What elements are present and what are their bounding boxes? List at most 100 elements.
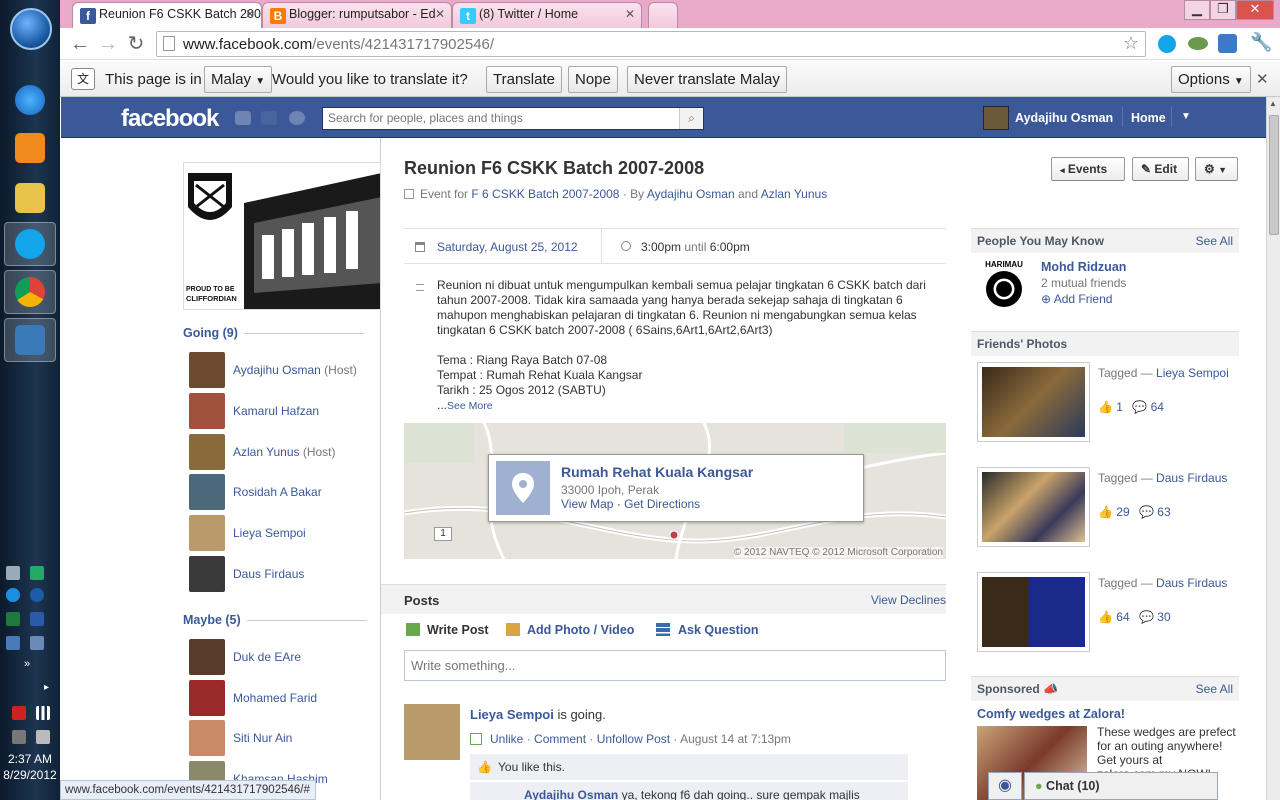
guest-name[interactable]: Aydajihu Osman (Host)	[233, 363, 357, 377]
notifications-globe-icon[interactable]	[289, 111, 305, 125]
pymk-name-link[interactable]: Mohd Ridzuan	[1041, 260, 1126, 274]
get-directions-link[interactable]: Get Directions	[624, 497, 700, 511]
media-player-taskbar-button[interactable]	[4, 126, 56, 170]
close-window-icon[interactable]: ✕	[1236, 0, 1274, 20]
translate-button[interactable]: Translate	[486, 66, 562, 93]
add-friend-label[interactable]: Add Friend	[1054, 292, 1113, 306]
avatar[interactable]	[189, 556, 225, 592]
ask-question-tab[interactable]: Ask Question	[678, 623, 759, 637]
view-declines-link[interactable]: View Declines	[871, 593, 946, 607]
like-count[interactable]: 64	[1116, 610, 1129, 624]
tray-volume-muted-icon[interactable]	[36, 730, 50, 744]
guest-item[interactable]: Siti Nur Ain	[189, 720, 379, 756]
guest-name[interactable]: Lieya Sempoi	[233, 526, 306, 540]
comment-author-link[interactable]: Aydajihu Osman	[524, 788, 618, 800]
bookmark-star-icon[interactable]: ☆	[1123, 33, 1139, 54]
reload-icon[interactable]: ↻	[124, 32, 148, 56]
tray-display-icon[interactable]	[6, 636, 20, 650]
back-arrow-icon[interactable]: ←	[68, 32, 92, 56]
avatar[interactable]	[189, 720, 225, 756]
event-date-link[interactable]: Saturday, August 25, 2012	[437, 240, 578, 254]
home-link[interactable]: Home	[1131, 97, 1166, 137]
guest-item[interactable]: Azlan Yunus (Host)	[189, 434, 379, 470]
going-section-header[interactable]: Going (9)	[183, 326, 364, 340]
tagged-person-link[interactable]: Lieya Sempoi	[1156, 366, 1229, 380]
close-tab-icon[interactable]: ✕	[435, 7, 445, 21]
eye-extension-icon[interactable]	[1188, 37, 1208, 50]
write-post-tab[interactable]: Write Post	[427, 623, 489, 637]
address-bar[interactable]: www.facebook.com/events/421431717902546/…	[156, 31, 1146, 57]
guest-item[interactable]: Daus Firdaus	[189, 556, 379, 592]
tray-ie-icon[interactable]	[6, 588, 20, 602]
guest-item[interactable]: Lieya Sempoi	[189, 515, 379, 551]
add-friend-button[interactable]: ⊕ Add Friend	[1041, 292, 1112, 306]
options-button[interactable]: Options ▼	[1171, 66, 1251, 93]
tab-twitter[interactable]: t (8) Twitter / Home ✕	[452, 2, 642, 28]
guest-name[interactable]: Kamarul Hafzan	[233, 404, 319, 418]
internet-explorer-taskbar-button[interactable]	[4, 78, 56, 122]
tray-word-icon[interactable]	[30, 612, 44, 626]
see-all-link[interactable]: See All	[1196, 682, 1233, 696]
pymk-avatar[interactable]: HARIMAU	[977, 260, 1031, 314]
post-composer-input[interactable]: Write something...	[404, 650, 946, 681]
avatar[interactable]	[189, 639, 225, 675]
avatar[interactable]	[189, 474, 225, 510]
friend-photo[interactable]	[977, 467, 1090, 547]
window-taskbar-button[interactable]	[4, 318, 56, 362]
host-link[interactable]: Azlan Yunus	[761, 187, 828, 201]
like-count[interactable]: 1	[1116, 400, 1123, 414]
guest-item[interactable]: Rosidah A Bakar	[189, 474, 379, 510]
story-timestamp[interactable]: August 14 at 7:13pm	[680, 732, 791, 746]
tray-messenger-icon[interactable]	[30, 588, 44, 602]
friend-photo[interactable]	[977, 572, 1090, 652]
messages-icon[interactable]	[261, 111, 277, 125]
comment-link[interactable]: Comment	[534, 732, 586, 746]
taskbar-clock-date[interactable]: 8/29/2012	[0, 768, 60, 782]
friend-requests-icon[interactable]	[235, 111, 251, 125]
pymk-mutual-friends[interactable]: 2 mutual friends	[1041, 276, 1126, 290]
tray-network-icon[interactable]	[30, 566, 44, 580]
comment-count[interactable]: 63	[1157, 505, 1170, 519]
close-infobar-icon[interactable]: ✕	[1256, 70, 1269, 88]
chrome-taskbar-button[interactable]	[4, 270, 56, 314]
chat-sidebar-tab[interactable]: ● Chat (10)	[1024, 772, 1218, 800]
tab-facebook-event[interactable]: f Reunion F6 CSKK Batch 200 ✕	[72, 2, 262, 29]
view-map-link[interactable]: View Map	[561, 497, 613, 511]
tray-calc-icon[interactable]	[6, 566, 20, 580]
skype-extension-icon[interactable]	[1158, 35, 1176, 53]
guest-name[interactable]: Mohamed Farid	[233, 691, 317, 705]
tray-monitor-icon[interactable]	[30, 636, 44, 650]
guest-item[interactable]: Mohamed Farid	[189, 680, 379, 716]
tab-blogger[interactable]: B Blogger: rumputsabor - Ed ✕	[262, 2, 452, 28]
guest-name[interactable]: Daus Firdaus	[233, 567, 304, 581]
nope-button[interactable]: Nope	[568, 66, 618, 93]
host-link[interactable]: Aydajihu Osman	[647, 187, 735, 201]
tray-power-icon[interactable]	[12, 730, 26, 744]
guest-item[interactable]: Kamarul Hafzan	[189, 393, 379, 429]
scroll-up-icon[interactable]: ▲	[1269, 99, 1277, 108]
close-tab-icon[interactable]: ✕	[245, 7, 255, 21]
unfollow-post-link[interactable]: Unfollow Post	[597, 732, 670, 746]
tray-alert-icon[interactable]	[12, 706, 26, 720]
new-tab-button[interactable]	[648, 2, 678, 28]
chat-globe-icon[interactable]: ◉	[988, 772, 1022, 800]
tray-arrow-icon[interactable]: ▸	[44, 682, 49, 693]
scrollbar-thumb[interactable]	[1269, 115, 1279, 235]
guest-item[interactable]: Aydajihu Osman (Host)	[189, 352, 379, 388]
facebook-search-input[interactable]: Search for people, places and things ⌕	[322, 107, 704, 130]
friend-photo[interactable]	[977, 362, 1090, 442]
never-translate-button[interactable]: Never translate Malay	[627, 66, 787, 93]
tray-signal-icon[interactable]	[36, 706, 50, 720]
add-photo-tab[interactable]: Add Photo / Video	[527, 623, 634, 637]
language-select[interactable]: Malay ▼	[204, 66, 273, 93]
avatar[interactable]	[189, 352, 225, 388]
skype-taskbar-button[interactable]	[4, 222, 56, 266]
ad-title-link[interactable]: Comfy wedges at Zalora!	[977, 707, 1125, 721]
comment-count[interactable]: 64	[1151, 400, 1164, 414]
facebook-logo[interactable]: facebook	[121, 105, 219, 133]
see-all-link[interactable]: See All	[1196, 234, 1233, 248]
comment-count[interactable]: 30	[1157, 610, 1170, 624]
event-cover-photo[interactable]: PROUD TO BE CLIFFORDIAN	[183, 162, 381, 310]
windows-start-button[interactable]	[10, 8, 52, 50]
guest-name[interactable]: Azlan Yunus (Host)	[233, 445, 336, 459]
